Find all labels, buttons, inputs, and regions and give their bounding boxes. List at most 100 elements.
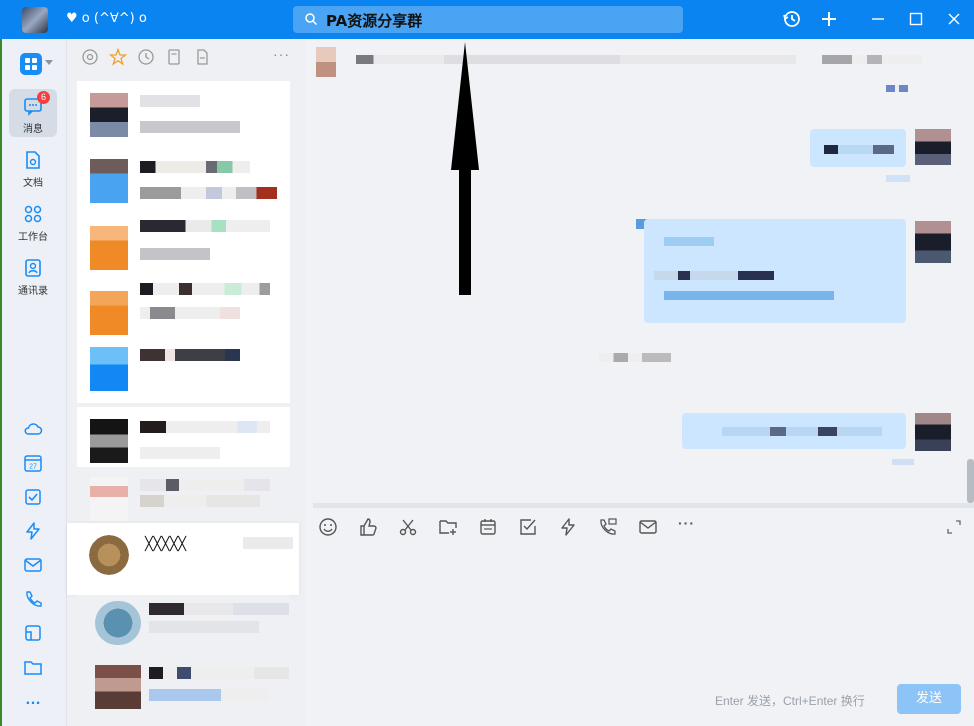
avatar: [316, 47, 336, 77]
expand-icon[interactable]: [946, 519, 962, 535]
list-item[interactable]: [77, 335, 290, 403]
folder-add-icon[interactable]: [438, 517, 458, 537]
avatar: [90, 419, 128, 463]
blurred-message: [654, 271, 774, 280]
list-item[interactable]: [77, 407, 290, 475]
message-bubble[interactable]: [682, 413, 906, 449]
nav-label: 文档: [23, 178, 43, 189]
minimize-button[interactable]: [867, 8, 889, 30]
workbench-icon: [24, 205, 42, 223]
send-button[interactable]: 发送: [897, 684, 961, 714]
list-item[interactable]: [77, 214, 290, 282]
chat-panel: [306, 39, 974, 506]
calendar-icon[interactable]: 27: [23, 453, 43, 473]
blurred-status: [886, 175, 910, 182]
cloud-icon[interactable]: [23, 419, 43, 439]
list-item[interactable]: [77, 147, 290, 215]
blurred-name: [140, 349, 240, 361]
composer-toolbar: ···: [306, 508, 974, 546]
contacts-icon: [25, 259, 41, 277]
thumbs-up-icon[interactable]: [358, 517, 378, 537]
blurred-name: [140, 220, 270, 232]
folder-icon[interactable]: [23, 657, 43, 677]
mail-icon[interactable]: [23, 555, 43, 575]
avatar: [89, 535, 129, 575]
avatar: [95, 665, 141, 709]
left-nav: 6 消息 文档 工作台 通讯录 27 …: [0, 39, 67, 726]
blurred-name: [149, 667, 289, 679]
blurred-preview: [140, 307, 240, 319]
message-bubble[interactable]: [810, 129, 906, 167]
user-avatar[interactable]: [22, 7, 48, 33]
blurred-time: [243, 537, 293, 549]
title-bar: ♥ o (^∀^) o PA资源分享群: [0, 0, 974, 39]
phone-icon[interactable]: [23, 589, 43, 609]
chevron-down-icon[interactable]: [45, 60, 53, 65]
message-input[interactable]: Enter 发送，Ctrl+Enter 换行 发送: [306, 546, 974, 726]
blurred-preview: [140, 447, 220, 459]
star-icon[interactable]: [109, 48, 127, 66]
calendar-day: 27: [29, 464, 37, 471]
list-item[interactable]: [77, 595, 290, 663]
avatar: [90, 93, 128, 137]
scissors-icon[interactable]: [398, 517, 418, 537]
avatar: [95, 601, 141, 645]
avatar: [915, 413, 951, 451]
doc-icon[interactable]: [165, 48, 183, 66]
mail-icon[interactable]: [638, 517, 658, 537]
avatar: [90, 291, 128, 335]
blurred-name: [140, 95, 200, 107]
nav-label: 通讯录: [18, 286, 48, 297]
clock-icon[interactable]: [137, 48, 155, 66]
blurred-message: [664, 291, 834, 300]
blurred-preview: [140, 248, 210, 260]
more-icon[interactable]: ···: [273, 46, 290, 62]
lightning-icon[interactable]: [558, 517, 578, 537]
phone-icon[interactable]: [598, 517, 618, 537]
task-check-icon[interactable]: [518, 517, 538, 537]
nav-contacts[interactable]: 通讯录: [9, 251, 57, 299]
file-icon[interactable]: [193, 48, 211, 66]
arrow-annotation: [451, 42, 479, 295]
todo-check-icon[interactable]: [23, 487, 43, 507]
plus-icon: [822, 12, 836, 26]
avatar: [90, 347, 128, 391]
nav-docs[interactable]: 文档: [9, 143, 57, 191]
history-button[interactable]: [781, 8, 803, 30]
blurred-message: [722, 427, 882, 436]
blurred-preview: [140, 495, 260, 507]
schedule-icon[interactable]: [478, 517, 498, 537]
history-icon: [783, 11, 800, 27]
nav-workbench[interactable]: 工作台: [9, 197, 57, 245]
blurred-name: [140, 479, 270, 491]
list-item[interactable]: [77, 663, 290, 726]
avatar: [90, 226, 128, 270]
nav-messages[interactable]: 6 消息: [9, 89, 57, 137]
list-item-selected[interactable]: ╳╳╳╳╳: [67, 523, 299, 595]
avatar: [915, 129, 951, 165]
lightning-icon[interactable]: [23, 521, 43, 541]
emoji-icon[interactable]: [318, 517, 338, 537]
at-icon[interactable]: [81, 48, 99, 66]
blurred-header-text: [356, 55, 796, 64]
more-icon[interactable]: ···: [678, 515, 698, 535]
apps-grid-button[interactable]: [20, 53, 42, 75]
unread-badge: 6: [37, 91, 50, 104]
blurred-preview: [149, 689, 269, 701]
search-box[interactable]: PA资源分享群: [293, 6, 683, 33]
add-button[interactable]: [818, 8, 840, 30]
box-icon[interactable]: [23, 623, 43, 643]
maximize-button[interactable]: [905, 8, 927, 30]
message-bubble[interactable]: [644, 219, 906, 323]
conversation-list: ··· ╳╳╳╳╳: [67, 39, 306, 726]
blurred-preview: [140, 187, 277, 199]
list-filter-tabs: ···: [67, 39, 306, 75]
close-button[interactable]: [943, 8, 965, 30]
chat-scrollbar[interactable]: [967, 459, 974, 503]
search-icon: [305, 13, 318, 26]
window-edge: [0, 39, 2, 726]
blurred-message: [824, 145, 894, 154]
list-item[interactable]: [77, 81, 290, 149]
blurred-name: [149, 603, 289, 615]
more-icon[interactable]: …: [23, 691, 43, 711]
